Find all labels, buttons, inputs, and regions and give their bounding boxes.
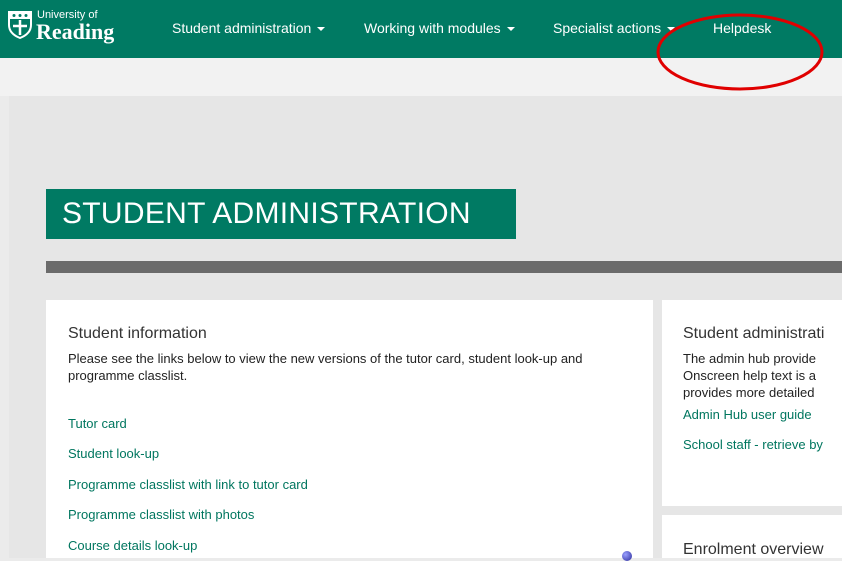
nav-label: Specialist actions [553,20,662,36]
university-logo[interactable]: University of Reading [8,9,124,49]
caret-down-icon [506,27,515,32]
page-title: STUDENT ADMINISTRATION [46,189,516,239]
nav-label: Student administration [172,20,312,36]
card-heading: Student administrati [683,325,825,342]
nav-student-administration[interactable]: Student administration [172,20,326,36]
link-programme-classlist-tutor-card[interactable]: Programme classlist with link to tutor c… [68,477,308,492]
caret-down-icon [317,27,326,32]
nav-label: Working with modules [364,20,501,36]
nav-working-with-modules[interactable]: Working with modules [364,20,515,36]
link-admin-hub-user-guide[interactable]: Admin Hub user guide [683,407,812,422]
link-student-look-up[interactable]: Student look-up [68,446,159,461]
sub-header-bar [0,58,842,96]
card-line-1: The admin hub provide [683,351,816,366]
card-line-2: Onscreen help text is a [683,368,816,383]
crest-icon [8,11,32,39]
divider-bar [46,261,842,273]
link-course-details-look-up[interactable]: Course details look-up [68,538,197,553]
card-line-3: provides more detailed [683,385,815,400]
caret-down-icon [667,27,676,32]
card-description: Please see the links below to view the n… [68,351,583,383]
logo-line2: Reading [36,19,115,44]
link-tutor-card[interactable]: Tutor card [68,416,127,431]
student-administration-card: Student administrati The admin hub provi… [662,300,842,506]
nav-label: Helpdesk [713,20,772,36]
nav-helpdesk[interactable]: Helpdesk [713,20,771,36]
link-school-staff-retrieve[interactable]: School staff - retrieve by [683,437,823,452]
enrolment-overview-card: Enrolment overview [662,515,842,558]
card-heading: Enrolment overview [683,541,824,558]
nav-specialist-actions[interactable]: Specialist actions [553,20,676,36]
top-navigation-bar: University of Reading Student administra… [0,0,842,58]
decorative-orb-icon [622,551,632,561]
link-programme-classlist-photos[interactable]: Programme classlist with photos [68,507,254,522]
card-heading: Student information [68,325,207,342]
student-information-card: Student information Please see the links… [46,300,653,558]
